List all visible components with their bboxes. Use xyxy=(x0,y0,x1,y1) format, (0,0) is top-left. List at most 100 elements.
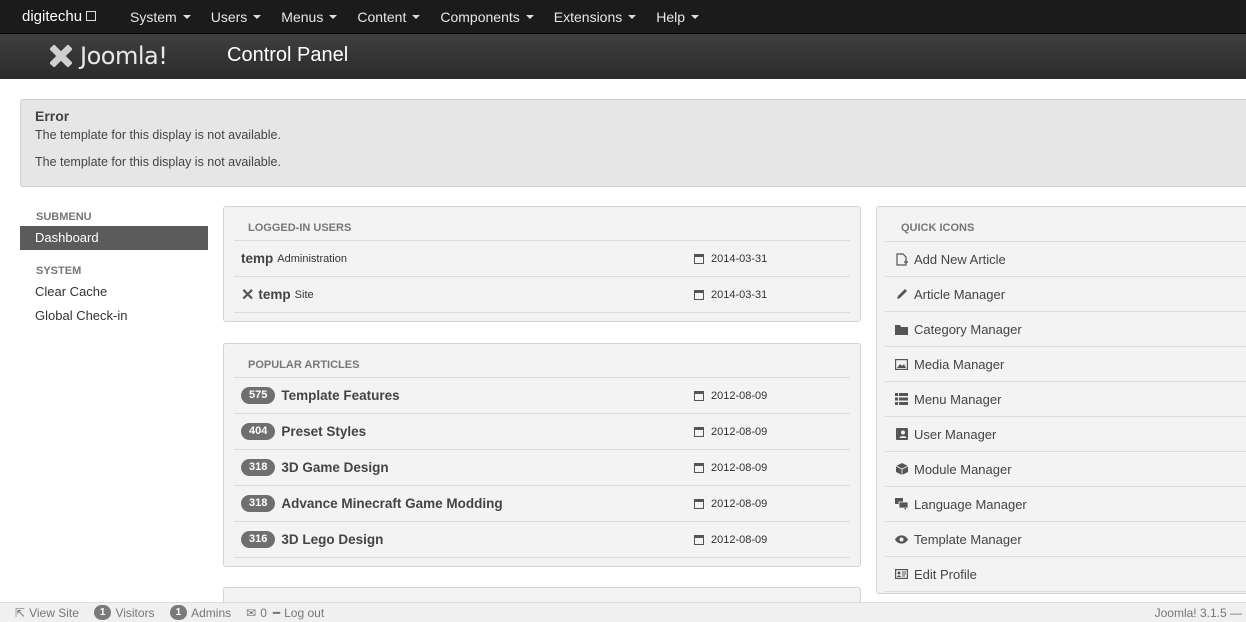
version-label: Joomla! 3.1.5 xyxy=(1154,605,1227,620)
calendar-icon xyxy=(694,390,704,401)
alert-heading: Error xyxy=(35,108,70,124)
date-text: 2012-08-09 xyxy=(711,461,768,474)
sidebar-item-clear-cache[interactable]: Clear Cache xyxy=(20,280,208,304)
visitors-badge: 1 xyxy=(93,605,112,620)
joomla-logo: Joomla! xyxy=(46,38,168,74)
quick-icon-user-manager[interactable]: User Manager xyxy=(885,417,1246,452)
hits-badge: 318 xyxy=(241,495,276,512)
quick-icon-template-manager[interactable]: Template Manager xyxy=(885,522,1246,557)
page-header: Joomla! Control Panel xyxy=(0,34,1246,79)
site-brand-link[interactable]: digitechu xyxy=(0,8,120,25)
visitors-label: Visitors xyxy=(115,605,155,620)
user-name-link[interactable]: temp xyxy=(258,287,290,302)
quick-icon-add-new-article[interactable]: Add New Article xyxy=(885,242,1246,277)
date-text: 2012-08-09 xyxy=(711,497,768,510)
alert-message: The template for this display is not ava… xyxy=(35,155,281,169)
menu-system[interactable]: System xyxy=(120,9,201,25)
visitors-status: 1 Visitors xyxy=(93,605,155,620)
panel-heading: POPULAR ARTICLES xyxy=(234,344,850,378)
menu-label: Menus xyxy=(281,8,324,25)
date-cell: 2014-03-31 xyxy=(694,289,767,301)
date-text: 2012-08-09 xyxy=(711,533,768,546)
panel-heading: LOGGED-IN USERS xyxy=(234,207,850,241)
quick-icon-article-manager[interactable]: Article Manager xyxy=(885,277,1246,312)
logout-user-icon[interactable]: ✕ xyxy=(241,285,254,305)
table-row: 316 3D Lego Design 2012-08-09 xyxy=(234,522,850,558)
quick-icon-label: Media Manager xyxy=(914,356,1005,372)
menu-extensions[interactable]: Extensions xyxy=(544,9,646,25)
article-title-link[interactable]: 3D Game Design xyxy=(281,460,388,475)
caret-down-icon xyxy=(691,14,700,19)
new-article-icon xyxy=(895,252,908,266)
calendar-icon xyxy=(694,534,704,545)
view-site-link[interactable]: ⇱ View Site xyxy=(15,606,79,620)
menu-label: System xyxy=(130,8,177,25)
date-text: 2014-03-31 xyxy=(711,252,768,265)
quick-icon-edit-profile[interactable]: Edit Profile xyxy=(885,557,1246,592)
pencil-icon xyxy=(895,288,908,301)
quick-icon-label: Language Manager xyxy=(914,496,1027,512)
menu-help[interactable]: Help xyxy=(646,9,709,25)
menu-label: Content xyxy=(357,8,407,25)
alert-message: The template for this display is not ava… xyxy=(35,128,281,142)
quick-icon-language-manager[interactable]: Language Manager xyxy=(885,487,1246,522)
hits-badge: 318 xyxy=(241,459,276,476)
error-alert: Error The template for this display is n… xyxy=(20,99,1246,187)
table-row: ✕ temp Site 2014-03-31 xyxy=(234,277,850,313)
quick-icon-media-manager[interactable]: Media Manager xyxy=(885,347,1246,382)
quick-icon-label: User Manager xyxy=(914,426,997,442)
menu-label: Components xyxy=(440,8,520,25)
quick-icon-label: Article Manager xyxy=(914,286,1006,302)
user-name-link[interactable]: temp xyxy=(241,251,273,266)
table-row: temp Administration 2014-03-31 xyxy=(234,241,850,277)
vcard-icon xyxy=(895,568,908,581)
quick-icon-module-manager[interactable]: Module Manager xyxy=(885,452,1246,487)
admins-badge: 1 xyxy=(169,605,188,620)
menu-content[interactable]: Content xyxy=(347,9,430,25)
date-cell: 2014-03-31 xyxy=(694,253,767,265)
date-cell: 2012-08-09 xyxy=(694,498,767,510)
user-context: Administration xyxy=(277,252,347,265)
menu-users[interactable]: Users xyxy=(201,9,272,25)
system-heading: SYSTEM xyxy=(36,265,82,277)
date-cell: 2012-08-09 xyxy=(694,426,767,438)
article-title-link[interactable]: Template Features xyxy=(281,388,399,403)
hits-badge: 404 xyxy=(241,423,276,440)
comments-icon xyxy=(895,498,908,511)
user-icon xyxy=(895,428,908,441)
quick-icon-label: Menu Manager xyxy=(914,391,1002,407)
menu-components[interactable]: Components xyxy=(430,9,543,25)
sidebar-item-global-checkin[interactable]: Global Check-in xyxy=(20,304,208,328)
sidebar-item-dashboard[interactable]: Dashboard xyxy=(20,226,208,250)
user-context: Site xyxy=(294,288,314,301)
popular-articles-panel: POPULAR ARTICLES 575 Template Features 2… xyxy=(223,343,861,567)
logo-text: Joomla! xyxy=(80,42,168,70)
menu-menus[interactable]: Menus xyxy=(271,9,347,25)
table-row: 575 Template Features 2012-08-09 xyxy=(234,378,850,414)
view-site-label: View Site xyxy=(29,605,79,620)
sidebar: SUBMENU Dashboard SYSTEM Clear Cache Glo… xyxy=(20,208,208,328)
date-cell: 2012-08-09 xyxy=(694,534,767,546)
quick-icon-menu-manager[interactable]: Menu Manager xyxy=(885,382,1246,417)
cube-icon xyxy=(895,463,908,476)
site-name: digitechu xyxy=(22,8,83,25)
quick-icons-list: Add New Article Article Manager Category… xyxy=(885,241,1246,592)
version-text: Joomla! 3.1.5 — xyxy=(1154,605,1242,620)
messages-link[interactable]: ✉ 0 xyxy=(246,606,267,620)
date-cell: 2012-08-09 xyxy=(694,390,767,402)
page-title: Control Panel xyxy=(227,44,349,66)
quick-icon-category-manager[interactable]: Category Manager xyxy=(885,312,1246,347)
folder-icon xyxy=(895,323,908,336)
logout-link[interactable]: ━ Log out xyxy=(273,606,324,620)
caret-down-icon xyxy=(182,14,191,19)
article-title-link[interactable]: 3D Lego Design xyxy=(281,532,383,547)
envelope-icon: ✉ xyxy=(246,605,257,620)
calendar-icon xyxy=(694,289,704,300)
caret-down-icon xyxy=(628,14,637,19)
calendar-icon xyxy=(694,462,704,473)
article-title-link[interactable]: Preset Styles xyxy=(281,424,366,439)
logged-in-users-panel: LOGGED-IN USERS temp Administration 2014… xyxy=(223,206,861,322)
article-title-link[interactable]: Advance Minecraft Game Modding xyxy=(281,496,502,511)
menu-label: Help xyxy=(656,8,686,25)
